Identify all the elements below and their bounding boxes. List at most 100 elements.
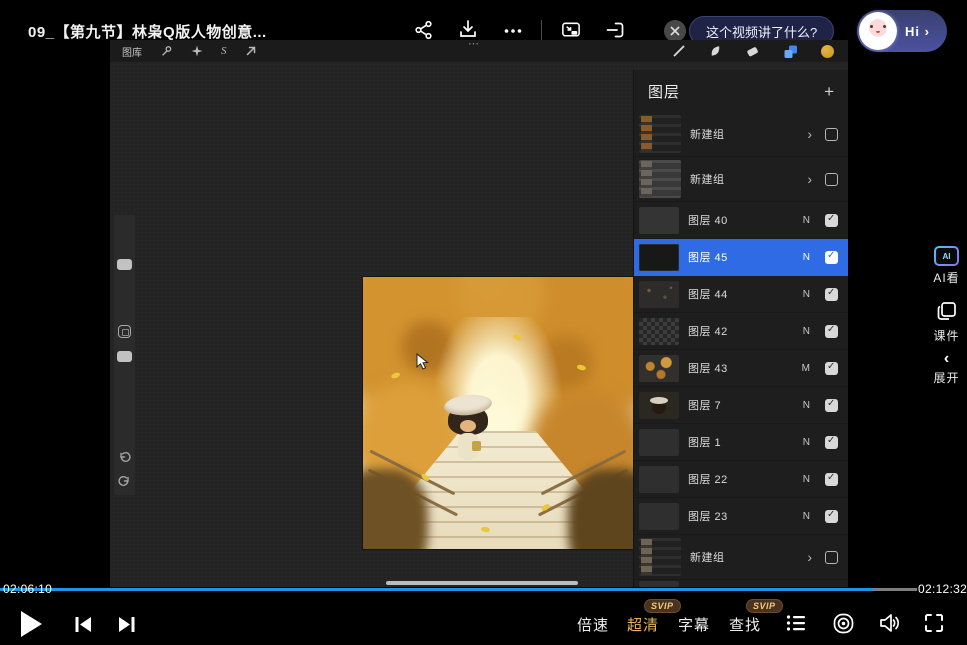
chevron-right-icon[interactable]: › [807,549,812,565]
quality-button[interactable]: 超清 [627,614,659,635]
layer-thumbnail [639,503,679,530]
find-button[interactable]: 查找 [729,614,761,635]
previous-button[interactable] [71,612,95,636]
next-icon [116,614,137,635]
layer-visibility-checkbox[interactable] [825,214,838,227]
brush-size-rail[interactable] [114,215,135,495]
layer-thumbnail [639,244,679,271]
download-icon [457,18,479,40]
smudge-icon[interactable] [708,44,723,59]
more-button[interactable] [502,20,524,42]
layer-visibility-checkbox[interactable] [825,173,838,186]
layer-visibility-checkbox[interactable] [825,325,838,338]
layer-row-group[interactable]: 新建组 › [634,112,848,157]
layer-name: 图层 23 [688,508,794,524]
blend-mode[interactable]: N [803,437,810,448]
video-progress-fill [0,588,873,591]
ai-watch-button[interactable]: AI AI看 [926,246,967,286]
chevron-right-icon[interactable]: › [807,171,812,187]
assistant-button[interactable]: Hi › [857,10,947,52]
blend-mode[interactable]: N [803,400,810,411]
cast-screen-button[interactable] [604,19,626,41]
blend-mode[interactable]: N [803,289,810,300]
chevron-right-icon[interactable]: › [807,126,812,142]
layer-row[interactable]: 图层 23 N [634,498,848,535]
fullscreen-button[interactable] [922,611,946,635]
layer-row[interactable]: 图层 1 N [634,424,848,461]
layer-visibility-checkbox[interactable] [825,251,838,264]
layer-row-group[interactable]: 新建组 › [634,535,848,580]
adjust-icon[interactable] [190,44,204,58]
layer-name: 图层 1 [688,434,794,450]
video-content-area[interactable]: 图库 S ⋯ [110,40,848,587]
playlist-button[interactable] [784,611,808,635]
layers-icon[interactable] [782,43,799,60]
close-pill-button[interactable] [664,20,686,42]
brush-opacity-slider[interactable] [117,351,132,362]
color-swatch[interactable] [821,45,834,58]
layers-panel: 图层 + 新建组 › 新建组 › 图层 40 [633,70,848,587]
brush-icon[interactable] [671,44,686,59]
play-button[interactable] [14,607,48,641]
layer-row-group[interactable]: 新建组 › [634,157,848,202]
blend-mode[interactable]: N [803,511,810,522]
subtitle-button[interactable]: 字幕 [678,614,710,635]
layer-thumbnail [639,538,681,576]
layer-visibility-checkbox[interactable] [825,551,838,564]
lens-button[interactable] [831,611,855,635]
blend-mode[interactable]: N [803,252,810,263]
layer-row[interactable]: 图层 22 N [634,461,848,498]
undo-icon[interactable] [117,451,132,464]
layers-list: 新建组 › 新建组 › 图层 40 N [634,112,848,587]
layer-row[interactable]: 图层 7 N [634,387,848,424]
canvas-drag-handle[interactable]: ⋯ [468,40,481,50]
layer-visibility-checkbox[interactable] [825,399,838,412]
layer-name: 图层 22 [688,471,794,487]
courseware-button[interactable]: 课件 [926,301,967,344]
next-button[interactable] [114,612,138,636]
eraser-icon[interactable] [745,44,760,59]
previous-icon [73,614,94,635]
redo-icon[interactable] [117,475,132,488]
video-progress-bar[interactable] [0,588,917,591]
download-button[interactable] [457,18,479,40]
pip-button[interactable] [560,19,582,41]
layer-visibility-checkbox[interactable] [825,436,838,449]
transform-icon[interactable] [244,44,258,58]
layer-visibility-checkbox[interactable] [825,128,838,141]
layer-row-selected[interactable]: 图层 45 N [634,239,848,276]
blend-mode[interactable]: N [803,474,810,485]
cast-screen-icon [604,19,626,41]
modify-button[interactable] [118,325,131,338]
brush-size-slider[interactable] [117,259,132,270]
blend-mode[interactable]: N [803,215,810,226]
expand-button[interactable]: ‹ 展开 [926,352,967,386]
layer-visibility-checkbox[interactable] [825,510,838,523]
layer-row[interactable]: 图层 44 N [634,276,848,313]
layer-visibility-checkbox[interactable] [825,473,838,486]
layer-name: 图层 42 [688,323,794,339]
gallery-button[interactable]: 图库 [122,44,142,59]
ipad-home-indicator[interactable] [386,581,578,585]
speed-button[interactable]: 倍速 [577,614,609,635]
layer-row[interactable]: 图层 43 M [634,350,848,387]
layer-thumbnail [639,466,679,493]
blend-mode[interactable]: N [803,326,810,337]
add-layer-button[interactable]: + [824,83,834,100]
more-icon [502,20,524,42]
wrench-icon[interactable] [159,44,173,58]
layer-name: 图层 7 [688,397,794,413]
layer-row[interactable]: 图层 40 N [634,202,848,239]
layer-thumbnail [639,281,679,308]
ai-watch-label: AI看 [926,269,967,286]
layer-row-partial [634,580,848,587]
selection-icon[interactable]: S [221,45,227,57]
volume-button[interactable] [876,610,902,636]
layer-visibility-checkbox[interactable] [825,362,838,375]
share-button[interactable] [413,19,435,41]
blend-mode[interactable]: M [802,363,810,374]
art-dark-corner [568,469,633,549]
layer-row[interactable]: 图层 42 N [634,313,848,350]
canvas-artwork[interactable] [363,277,633,549]
layer-visibility-checkbox[interactable] [825,288,838,301]
